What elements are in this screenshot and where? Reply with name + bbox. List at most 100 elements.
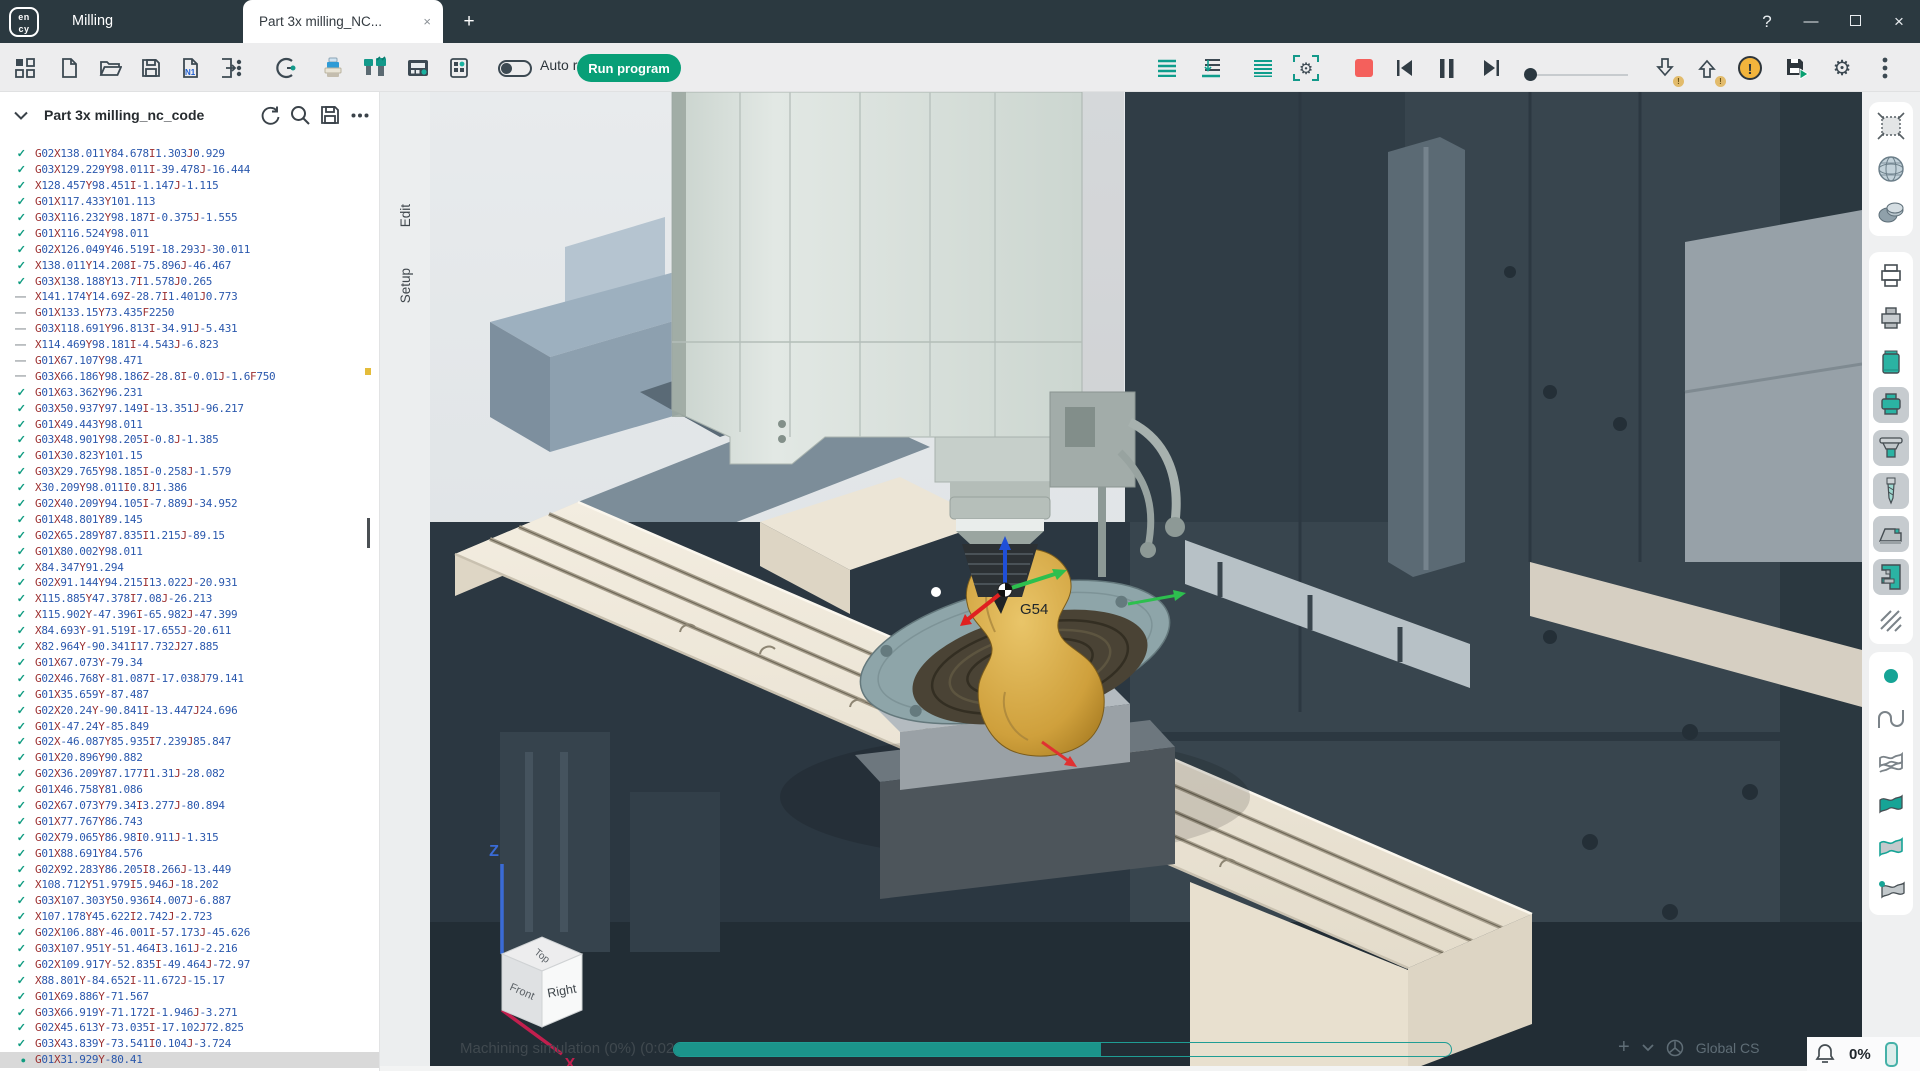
gcode-line[interactable]: ✓G01X49.443Y98.011 [0,416,379,432]
tools-pair-icon[interactable] [358,51,392,85]
notifications-bell-icon[interactable] [1815,1043,1835,1065]
gcode-line[interactable]: ✓G02X92.283Y86.205I8.266J-13.449 [0,861,379,877]
gcode-line[interactable]: ✓G03X116.232Y98.187I-0.375J-1.555 [0,210,379,226]
gcode-line[interactable]: ✓G01X77.767Y86.743 [0,813,379,829]
gcode-line[interactable]: ✓G01X116.524Y98.011 [0,225,379,241]
gcode-line[interactable]: ✓G02X126.049Y46.519I-18.293J-30.011 [0,241,379,257]
gcode-line[interactable]: —G01X67.107Y98.471 [0,353,379,369]
point-dot-icon[interactable] [1873,658,1909,694]
gcode-arc-icon[interactable] [269,51,303,85]
gcode-line[interactable]: —X114.469Y98.181I-4.543J-6.823 [0,337,379,353]
gcode-line[interactable]: ✓G01X69.886Y-71.567 [0,988,379,1004]
help-button[interactable]: ? [1752,0,1782,43]
stock-solid-icon[interactable] [1873,301,1909,337]
gcode-line[interactable]: ✓G02X45.613Y-73.035I-17.102J72.825 [0,1020,379,1036]
gcode-line[interactable]: ✓G02X65.289Y87.835I1.215J-89.15 [0,527,379,543]
gcode-line[interactable]: ✓G03X107.951Y-51.464I3.161J-2.216 [0,941,379,957]
apps-grid-icon[interactable] [8,51,42,85]
warning-icon[interactable]: ! [1733,51,1767,85]
scrollbar-thumb[interactable] [367,518,370,548]
flag-half-icon[interactable] [1873,830,1909,866]
gcode-line[interactable]: ✓X30.209Y98.011I0.8J1.386 [0,480,379,496]
run-program-button[interactable]: Run program [577,54,681,82]
gcode-line[interactable]: ✓G01X46.758Y81.086 [0,782,379,798]
program-panel-icon[interactable] [442,51,476,85]
flag-marker-icon[interactable] [1873,873,1909,909]
gcode-line[interactable]: ●G01X31.929Y-80.41 [0,1052,379,1068]
refresh-icon[interactable] [255,100,285,130]
machine-3d-scene[interactable]: G54 Top Front Right Z X [430,92,1862,1071]
pause-button[interactable] [1430,51,1464,85]
machine-3d-viewport[interactable]: Edit Setup [380,92,1862,1071]
close-window-button[interactable]: × [1884,0,1914,43]
gcode-line[interactable]: —G03X66.186Y98.186Z-28.8I-0.01J-1.6F750 [0,368,379,384]
coordinate-system-label[interactable]: Global CS [1696,1040,1760,1056]
step-back-button[interactable] [1388,51,1422,85]
post-save-icon[interactable] [1780,51,1814,85]
more-options-icon[interactable] [345,100,375,130]
gcode-line[interactable]: ✓G03X43.839Y-73.541I0.104J-3.724 [0,1036,379,1052]
gcode-line[interactable]: ✓X88.801Y-84.652I-11.672J-15.17 [0,972,379,988]
gcode-line[interactable]: ✓X108.712Y51.979I5.946J-18.202 [0,877,379,893]
gcode-line[interactable]: ✓G01X-47.24Y-85.849 [0,718,379,734]
chevron-down-icon[interactable] [1642,1044,1654,1052]
add-cs-icon[interactable]: + [1618,1036,1630,1059]
curve-icon[interactable] [1873,701,1909,737]
gcode-line[interactable]: —G01X133.15Y73.435F2250 [0,305,379,321]
tab-milling[interactable]: Milling [58,0,127,43]
gcode-line[interactable]: ✓G02X106.88Y-46.001I-57.173J-45.626 [0,925,379,941]
frame-settings-icon[interactable]: ⚙ [1289,51,1323,85]
gcode-line[interactable]: ✓G02X109.917Y-52.835I-49.464J-72.97 [0,956,379,972]
fixture-icon[interactable] [1873,516,1909,552]
gcode-line[interactable]: ✓G01X30.823Y101.15 [0,448,379,464]
gcode-line[interactable]: ✓X115.885Y47.378I7.08J-26.213 [0,591,379,607]
gcode-line[interactable]: —X141.174Y14.69Z-28.7I1.401J0.773 [0,289,379,305]
gcode-line[interactable]: ✓G02X36.209Y87.177I1.31J-28.082 [0,766,379,782]
machine-head-icon[interactable] [1873,559,1909,595]
tab-edit[interactable]: Edit [398,204,413,227]
gcode-line[interactable]: ✓X138.011Y14.208I-75.896J-46.467 [0,257,379,273]
gcode-line[interactable]: ✓X84.347Y91.294 [0,559,379,575]
cylinder-teal-icon[interactable] [1873,344,1909,380]
gcode-line[interactable]: ✓G01X63.362Y96.231 [0,384,379,400]
gcode-line[interactable]: ✓G01X80.002Y98.011 [0,543,379,559]
settings-gear-icon[interactable]: ⚙ [1825,51,1859,85]
tool-assembly-icon[interactable] [316,51,350,85]
new-file-icon[interactable] [52,51,86,85]
control-panel-icon[interactable] [401,51,435,85]
export-file-icon[interactable] [213,51,247,85]
drill-bit-icon[interactable] [1873,473,1909,509]
maximize-button[interactable] [1840,0,1870,43]
gcode-line[interactable]: ✓G02X40.209Y94.105I-7.889J-34.952 [0,496,379,512]
gcode-line[interactable]: ✓G01X20.896Y90.882 [0,750,379,766]
gcode-line[interactable]: ✓G02X79.065Y86.98I0.911J-1.315 [0,829,379,845]
gcode-line[interactable]: ✓X82.964Y-90.341I17.732J27.885 [0,639,379,655]
insert-line-icon[interactable] [1194,51,1228,85]
gcode-line[interactable]: —G03X118.691Y96.813I-34.91J-5.431 [0,321,379,337]
upload-icon[interactable]: ! [1690,51,1724,85]
gcode-line[interactable]: ✓X84.693Y-91.519I-17.655J-20.611 [0,623,379,639]
part-teal-icon[interactable] [1873,387,1909,423]
app-logo-icon[interactable]: en cy [9,7,39,37]
download-icon[interactable]: ! [1648,51,1682,85]
gcode-line[interactable]: ✓G03X138.188Y13.7I1.578J0.265 [0,273,379,289]
gcode-line[interactable]: ✓G02X138.011Y84.678I1.303J0.929 [0,146,379,162]
gcode-line[interactable]: ✓G01X48.801Y89.145 [0,511,379,527]
search-icon[interactable] [285,100,315,130]
speed-slider-knob[interactable] [1524,68,1537,81]
gcode-line[interactable]: ✓G01X35.659Y-87.487 [0,686,379,702]
cone-steps-icon[interactable] [1873,430,1909,466]
gcode-line[interactable]: ✓G03X107.303Y50.936I4.007J-6.887 [0,893,379,909]
gcode-line[interactable]: ✓G02X91.144Y94.215I13.022J-20.931 [0,575,379,591]
overflow-menu-icon[interactable] [1868,51,1902,85]
gcode-line[interactable]: ✓X115.902Y-47.396I-65.982J-47.399 [0,607,379,623]
close-tab-icon[interactable]: × [423,14,431,29]
speed-slider-track[interactable] [1528,74,1628,76]
save-code-icon[interactable] [315,100,345,130]
gcode-line[interactable]: ✓G02X46.768Y-81.087I-17.038J79.141 [0,670,379,686]
gcode-line[interactable]: ✓X107.178Y45.622I2.742J-2.723 [0,909,379,925]
fit-view-icon[interactable] [1873,108,1909,144]
gcode-line[interactable]: ✓G03X66.919Y-71.172I-1.946J-3.271 [0,1004,379,1020]
step-forward-button[interactable] [1474,51,1508,85]
save-icon[interactable] [134,51,168,85]
